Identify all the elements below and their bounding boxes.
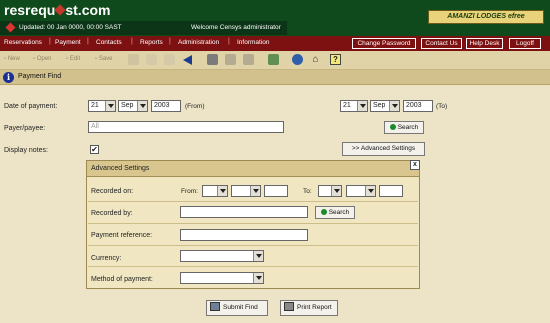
divider: [88, 223, 418, 224]
nav-reports[interactable]: Reports: [140, 39, 163, 46]
attach-icon[interactable]: [243, 54, 254, 65]
currency-select[interactable]: [180, 250, 264, 262]
divider: [88, 201, 418, 202]
divider: [88, 266, 418, 267]
new-button[interactable]: ▫ New: [4, 56, 20, 62]
recorded-to-month-select[interactable]: [346, 185, 376, 197]
chevron-down-icon: [217, 186, 227, 196]
recorded-from-month-select[interactable]: [231, 185, 261, 197]
contact-us-button[interactable]: Contact Us: [421, 38, 462, 49]
recorded-by-input[interactable]: [180, 206, 308, 218]
nav-information[interactable]: Information: [237, 39, 270, 46]
copy-icon[interactable]: [146, 54, 157, 65]
updated-timestamp: Updated: 00 Jan 0000, 00:00 SAST: [19, 24, 122, 31]
to-suffix-label: (To): [436, 103, 448, 110]
change-password-button[interactable]: Change Password: [352, 38, 416, 49]
page-title: Payment Find: [18, 73, 62, 80]
chevron-down-icon: [137, 101, 147, 111]
nav-separator: |: [87, 38, 89, 45]
advanced-settings-button[interactable]: >> Advanced Settings: [342, 142, 425, 156]
to-day-select[interactable]: 21: [340, 100, 368, 112]
close-icon[interactable]: x: [410, 160, 420, 170]
chevron-down-icon: [331, 186, 341, 196]
nav-contacts[interactable]: Contacts: [96, 39, 122, 46]
advanced-settings-panel: [86, 160, 420, 289]
from-day-select[interactable]: 21: [88, 100, 116, 112]
payer-payee-label: Payer/payee:: [4, 125, 46, 132]
chevron-down-icon: [357, 101, 367, 111]
delete-icon[interactable]: [128, 54, 139, 65]
edit-button[interactable]: ▫ Edit: [66, 56, 80, 62]
print-icon: [284, 302, 294, 311]
open-button[interactable]: ▫ Open: [33, 56, 52, 62]
display-notes-checkbox[interactable]: ✔: [90, 145, 99, 154]
to-month-select[interactable]: Sep: [370, 100, 400, 112]
find-icon: [210, 302, 220, 311]
from-suffix-label: (From): [185, 103, 205, 110]
chevron-down-icon: [389, 101, 399, 111]
to-year-input[interactable]: 2003: [403, 100, 433, 112]
back-arrow-icon[interactable]: [183, 55, 192, 65]
export-icon[interactable]: [225, 54, 236, 65]
recorded-by-search-button[interactable]: Search: [315, 206, 355, 219]
help-desk-button[interactable]: Help Desk: [466, 38, 503, 49]
from-year-input[interactable]: 2003: [151, 100, 181, 112]
edit-icon: ▫: [66, 56, 69, 62]
logoff-button[interactable]: Logoff: [509, 38, 541, 49]
recorded-to-day-select[interactable]: [318, 185, 342, 197]
search-go-icon: [320, 209, 327, 215]
duplicate-icon[interactable]: [164, 54, 175, 65]
payment-reference-label: Payment reference:: [91, 232, 153, 239]
method-of-payment-label: Method of payment:: [91, 276, 153, 283]
payer-search-button[interactable]: Search: [384, 121, 424, 134]
recorded-to-label: To:: [303, 188, 312, 195]
chevron-down-icon: [365, 186, 375, 196]
globe-icon[interactable]: [292, 54, 303, 65]
chevron-down-icon: [253, 251, 263, 261]
brand-badge: AMANZI LODGES efree: [428, 10, 544, 24]
page-title-bar: [0, 70, 550, 85]
open-folder-icon: ▫: [33, 56, 36, 62]
nav-separator: |: [49, 38, 51, 45]
info-icon: i: [3, 72, 14, 83]
recorded-to-year-input[interactable]: [379, 185, 403, 197]
chevron-down-icon: [250, 186, 260, 196]
advanced-settings-title: Advanced Settings: [91, 165, 150, 172]
payer-payee-input[interactable]: All: [88, 121, 284, 133]
payment-reference-input[interactable]: [180, 229, 308, 241]
print-report-button[interactable]: Print Report: [280, 300, 338, 316]
search-go-icon: [389, 124, 396, 130]
recorded-from-year-input[interactable]: [264, 185, 288, 197]
chevron-down-icon: [105, 101, 115, 111]
recorded-from-label: From:: [181, 188, 198, 195]
chevron-down-icon: [253, 273, 263, 283]
submit-find-button[interactable]: Submit Find: [206, 300, 268, 316]
money-icon[interactable]: [268, 54, 279, 65]
recorded-on-label: Recorded on:: [91, 188, 134, 195]
recorded-by-label: Recorded by:: [91, 210, 133, 217]
welcome-message: Welcome Censys administrator: [191, 24, 281, 31]
from-month-select[interactable]: Sep: [118, 100, 148, 112]
divider: [88, 245, 418, 246]
new-icon: ▫: [4, 56, 7, 62]
site-logo[interactable]: resrequ st.com: [4, 2, 110, 18]
currency-label: Currency:: [91, 255, 122, 262]
nav-separator: |: [228, 38, 230, 45]
nav-separator: |: [169, 38, 171, 45]
print-icon[interactable]: [207, 54, 218, 65]
home-icon[interactable]: ⌂: [310, 54, 321, 65]
display-notes-label: Display notes:: [4, 147, 48, 154]
nav-separator: |: [131, 38, 133, 45]
nav-reservations[interactable]: Reservations: [4, 39, 42, 46]
nav-payment[interactable]: Payment: [55, 39, 81, 46]
help-icon[interactable]: ?: [330, 54, 341, 65]
date-of-payment-label: Date of payment:: [4, 103, 58, 110]
method-of-payment-select[interactable]: [180, 272, 264, 284]
save-icon: ▫: [95, 56, 98, 62]
nav-administration[interactable]: Administration: [178, 39, 219, 46]
save-button[interactable]: ▫ Save: [95, 56, 113, 62]
recorded-from-day-select[interactable]: [202, 185, 228, 197]
